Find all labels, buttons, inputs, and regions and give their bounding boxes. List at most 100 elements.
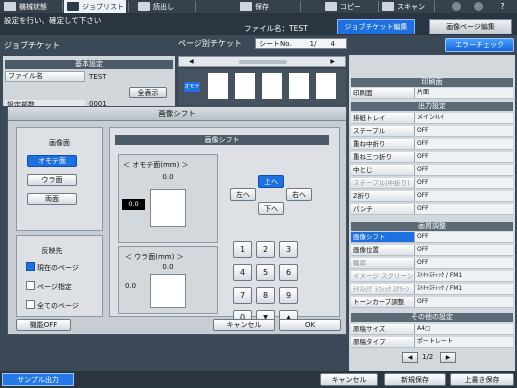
- key-1[interactable]: 1: [233, 241, 252, 258]
- front-shift-value: 0.0: [162, 173, 174, 181]
- shift-settings-group: 画像シフト ＜ オモテ面(mm) ＞ 0.0 0.0 ＜ ウラ面(mm) ＞ 0…: [109, 127, 340, 325]
- file-name-value: TEST: [89, 73, 107, 81]
- page-thumbnail[interactable]: [208, 73, 228, 99]
- shift-right-button[interactable]: 右へ: [286, 188, 312, 201]
- shift-left-button[interactable]: 左へ: [230, 188, 256, 201]
- tab-job-list[interactable]: ジョブリスト: [64, 0, 126, 13]
- row-key: ステープル(中折り): [351, 178, 415, 188]
- prev-page-button[interactable]: ◀: [402, 352, 418, 363]
- utility-icon[interactable]: [474, 2, 483, 11]
- settings-row[interactable]: ステープル OFF: [351, 126, 513, 137]
- settings-row[interactable]: ﾃｷｽﾄ/ｸﾞﾗﾌｨｯｸ ｽｸﾘｰﾝ ｽﾄｷｬｽﾃｨｯｸ / FM1: [351, 284, 513, 295]
- job-ticket-title: ジョブチケット: [4, 41, 60, 50]
- overwrite-save-button[interactable]: 上書き保存: [450, 373, 514, 386]
- network-icon[interactable]: [452, 2, 461, 11]
- tab-label: 読出し: [153, 2, 174, 11]
- side-back-button[interactable]: ウラ面: [27, 174, 77, 186]
- copy-icon: [325, 2, 337, 11]
- row-value: OFF: [417, 259, 429, 266]
- basic-settings-section: 基本設定: [5, 60, 173, 69]
- shift-down-button[interactable]: 下へ: [258, 202, 284, 215]
- apply-target-title: 反映先: [41, 247, 63, 255]
- front-shift-label: ＜ オモテ面(mm) ＞: [123, 161, 189, 169]
- cancel-button[interactable]: キャンセル: [320, 373, 378, 386]
- side-front-button[interactable]: オモテ面: [27, 155, 77, 167]
- settings-row[interactable]: トーンカーブ調整 OFF: [351, 297, 513, 308]
- settings-row[interactable]: Z折り OFF: [351, 191, 513, 202]
- tab-store[interactable]: 保存: [240, 0, 285, 13]
- print-side-section: 印刷面: [351, 78, 513, 87]
- dialog-cancel-button[interactable]: キャンセル: [213, 319, 275, 331]
- slider-thumb[interactable]: [239, 60, 287, 64]
- key-4[interactable]: 4: [233, 264, 252, 281]
- tab-scan[interactable]: スキャン: [382, 0, 432, 13]
- apply-all-label[interactable]: 全てのページ: [37, 301, 79, 311]
- settings-row[interactable]: 印刷面 片面: [351, 88, 513, 99]
- slider-right-arrow-icon[interactable]: ▶: [330, 58, 335, 65]
- apply-current-checkbox[interactable]: [26, 262, 35, 271]
- row-value: OFF: [417, 153, 429, 160]
- settings-row[interactable]: 重ね中折り OFF: [351, 139, 513, 150]
- tab-label: 保存: [255, 2, 269, 11]
- apply-page-spec-label[interactable]: ページ指定: [37, 282, 72, 292]
- key-8[interactable]: 8: [256, 287, 275, 304]
- tab-image-page-edit[interactable]: 画像ページ編集: [429, 19, 512, 34]
- key-2[interactable]: 2: [256, 241, 275, 258]
- settings-row-image-shift[interactable]: 画像シフト OFF: [351, 232, 513, 243]
- back-shift-value: 0.0: [162, 263, 174, 271]
- page-thumbnail[interactable]: [235, 73, 255, 99]
- settings-row[interactable]: 中とじ OFF: [351, 165, 513, 176]
- save-new-button[interactable]: 新規保存: [384, 373, 446, 386]
- next-page-button[interactable]: ▶: [440, 352, 456, 363]
- page-slider[interactable]: ◀ ▶: [178, 56, 346, 67]
- job-ticket-header: ジョブチケット: [0, 35, 175, 55]
- settings-row[interactable]: 原稿サイズ A4▢: [351, 324, 513, 335]
- status-message: 設定を行い、確定して下さい: [4, 16, 102, 25]
- front-x-field[interactable]: 0.0: [122, 199, 145, 210]
- shift-up-button[interactable]: 上へ: [258, 175, 284, 188]
- tab-copy[interactable]: コピー: [325, 0, 375, 13]
- row-key: 輪郭: [351, 258, 415, 268]
- key-9[interactable]: 9: [279, 287, 298, 304]
- apply-all-checkbox[interactable]: [26, 300, 35, 309]
- show-all-button[interactable]: 全表示: [129, 87, 167, 98]
- settings-row[interactable]: 画像位置 OFF: [351, 245, 513, 256]
- tab-machine-status[interactable]: 機械状態: [4, 0, 56, 13]
- settings-row[interactable]: 重ね三つ折り OFF: [351, 152, 513, 163]
- total-pages: 4: [330, 39, 335, 48]
- function-off-button[interactable]: 機能OFF: [16, 319, 71, 331]
- back-x-field[interactable]: 0.0: [125, 282, 136, 290]
- tab-label: コピー: [340, 2, 361, 11]
- key-5[interactable]: 5: [256, 264, 275, 281]
- tab-recall[interactable]: 読出し: [138, 0, 193, 13]
- page-thumbnail[interactable]: [289, 73, 309, 99]
- key-7[interactable]: 7: [233, 287, 252, 304]
- sample-output-button[interactable]: サンプル出力: [2, 373, 74, 386]
- bottom-bar: サンプル出力 キャンセル 新規保存 上書き保存: [0, 371, 517, 388]
- settings-row[interactable]: 輪郭 OFF: [351, 258, 513, 269]
- side-both-button[interactable]: 両面: [27, 193, 77, 205]
- settings-row[interactable]: イメージ スクリーン ｽﾄｷｬｽﾃｨｯｸ / FM1: [351, 271, 513, 282]
- slider-left-arrow-icon[interactable]: ◀: [189, 58, 194, 65]
- page-thumbnail[interactable]: [262, 73, 282, 99]
- row-key: イメージ スクリーン: [351, 271, 415, 281]
- key-3[interactable]: 3: [279, 241, 298, 258]
- row-key: 画像シフト: [351, 232, 415, 242]
- row-key: トーンカーブ調整: [351, 297, 415, 307]
- tab-job-ticket-edit[interactable]: ジョブチケット編集: [337, 19, 415, 34]
- settings-row[interactable]: 原稿タイプ ポートレート: [351, 337, 513, 348]
- settings-row[interactable]: 排紙トレイ メインﾄﾚｲ: [351, 113, 513, 124]
- settings-row[interactable]: パンチ OFF: [351, 204, 513, 215]
- thumb-front-label[interactable]: オモテ: [184, 82, 200, 92]
- other-settings-section: その他の設定: [351, 313, 513, 322]
- help-icon[interactable]: ?: [497, 1, 508, 12]
- error-check-button[interactable]: エラーチェック: [445, 38, 514, 52]
- key-6[interactable]: 6: [279, 264, 298, 281]
- sheet-number-field[interactable]: シートNo. 1/ 4: [255, 38, 347, 49]
- dialog-ok-button[interactable]: OK: [279, 319, 341, 331]
- apply-current-label[interactable]: 現在のページ: [37, 263, 79, 273]
- settings-row[interactable]: ステープル(中折り) OFF: [351, 178, 513, 189]
- dialog-title: 画像シフト: [8, 107, 346, 121]
- page-thumbnail[interactable]: [316, 73, 336, 99]
- apply-page-spec-checkbox[interactable]: [26, 281, 35, 290]
